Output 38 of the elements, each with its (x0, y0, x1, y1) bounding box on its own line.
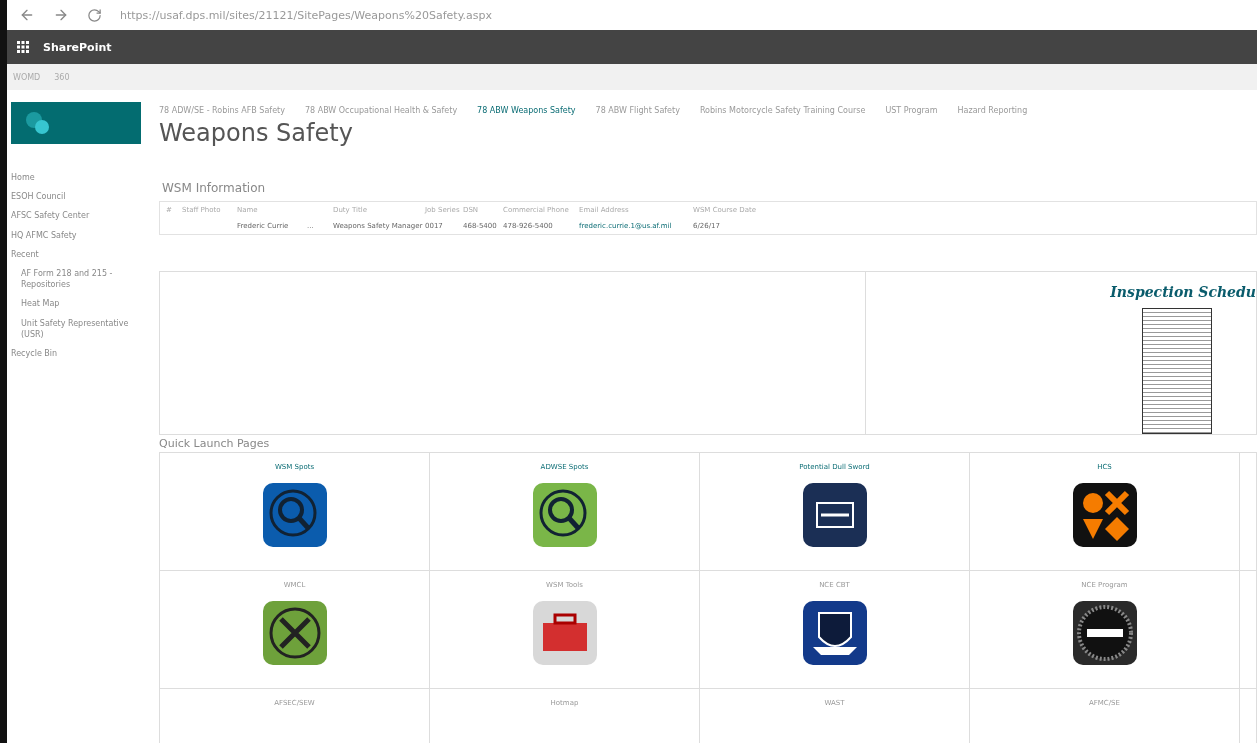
back-icon[interactable] (19, 7, 35, 23)
magnifier-icon[interactable] (532, 483, 597, 547)
hazard-symbols-icon[interactable] (1072, 483, 1137, 547)
sidebar-link[interactable]: Recycle Bin (11, 347, 151, 360)
top-nav-link[interactable]: Robins Motorcycle Safety Training Course (699, 106, 866, 115)
site-logo[interactable] (11, 102, 141, 144)
sidebar-link[interactable]: Home (11, 172, 151, 184)
sidebar-link[interactable]: Unit Safety Representative (USR) (11, 317, 151, 340)
suite-title[interactable]: SharePoint (43, 40, 112, 54)
panel-title: Inspection Schedu (1110, 284, 1256, 300)
breadcrumb-link[interactable]: WOMD (13, 72, 41, 82)
sword-emblem-icon[interactable] (802, 483, 867, 547)
sidebar-link[interactable]: AF Form 218 and 215 - Repositories (11, 267, 151, 291)
wrench-screwdriver-icon[interactable] (262, 601, 327, 665)
sidebar-link[interactable]: ESOH Council (11, 191, 151, 203)
sidebar-link[interactable]: HQ AFMC Safety (11, 229, 151, 241)
top-nav-link[interactable]: Hazard Reporting (957, 106, 1028, 115)
app-launcher-icon[interactable] (17, 41, 29, 53)
toolbox-icon[interactable] (532, 601, 597, 665)
section-title: WSM Information (162, 181, 267, 195)
document-thumbnail[interactable] (1142, 308, 1212, 434)
address-bar[interactable]: https://usaf.dps.mil/sites/21121/SitePages/Weapons%20Safety.aspx (120, 8, 493, 22)
seal-badge-icon[interactable] (1072, 601, 1137, 665)
page-title: Weapons Safety (159, 119, 354, 147)
top-nav-link[interactable]: UST Program (885, 106, 938, 115)
forward-icon[interactable] (53, 7, 69, 23)
refresh-icon[interactable] (87, 7, 102, 23)
magnifier-icon[interactable] (262, 483, 327, 547)
top-nav-link[interactable]: 78 ABW Flight Safety (595, 106, 680, 115)
section-title: Quick Launch Pages (159, 437, 271, 450)
breadcrumb-link[interactable]: 360 (54, 72, 70, 82)
sidebar-link[interactable]: Recent (11, 248, 151, 260)
top-nav-link[interactable]: 78 ADW/SE - Robins AFB Safety (159, 106, 285, 115)
top-nav-link[interactable]: 78 ABW Occupational Health & Safety (304, 106, 458, 115)
sidebar-link[interactable]: Heat Map (11, 298, 151, 310)
sidebar-link[interactable]: AFSC Safety Center (11, 210, 151, 222)
shield-emblem-icon[interactable] (802, 601, 867, 665)
top-nav-link[interactable]: 78 ABW Weapons Safety (477, 106, 576, 115)
